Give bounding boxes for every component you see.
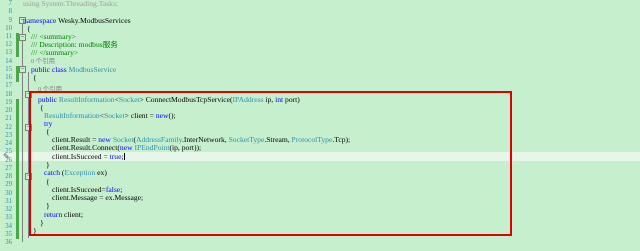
highlight-box [29,91,512,236]
line-number: 27 [5,165,12,172]
code-line[interactable]: public class ModbusService [31,65,117,74]
line-number: 23 [5,132,12,139]
line-number: 31 [5,198,12,205]
type-name: ModbusService [68,65,117,74]
line-number: 11 [5,33,12,40]
line-number: 21 [5,115,12,122]
line-number: 32 [5,206,12,213]
line-number: 34 [5,223,12,230]
line-number: 33 [5,214,12,221]
change-bar [16,99,19,239]
line-number: 18 [5,91,12,98]
code-line[interactable]: using System.Threading.Tasks; [23,0,118,8]
line-number: 16 [5,74,12,81]
line-number: 29 [5,181,12,188]
line-number: 9 [8,17,12,24]
code-text: Wesky.ModbusServices [56,16,131,25]
line-number: 13 [5,49,12,56]
line-number: 19 [5,99,12,106]
line-number: 20 [5,107,12,114]
code-line[interactable]: { [33,73,37,82]
fold-toggle-class[interactable]: − [19,66,26,73]
line-number: 35 [5,231,12,238]
line-number: 36 [5,239,12,246]
fold-toggle-summary[interactable]: − [19,34,26,41]
keyword: class [51,65,67,74]
line-number: 12 [5,41,12,48]
outline-guide [22,22,23,242]
doc-comment[interactable]: /// </summary> [31,48,78,57]
line-number: 15 [5,66,12,73]
line-number: 24 [5,140,12,147]
line-number: 28 [5,173,12,180]
line-number: 30 [5,190,12,197]
line-number: 17 [5,82,12,89]
line-number: 10 [5,25,12,32]
pencil-icon[interactable]: ✎ [3,153,10,161]
code-line[interactable]: namespace Wesky.ModbusServices [23,16,131,25]
line-number: 8 [8,8,12,15]
line-number: 14 [5,58,12,65]
line-number: 7 [8,0,12,7]
code-editor[interactable]: 7 8 9 10 11 12 13 14 15 16 17 18 19 20 2… [0,0,640,251]
line-number: 22 [5,124,12,131]
